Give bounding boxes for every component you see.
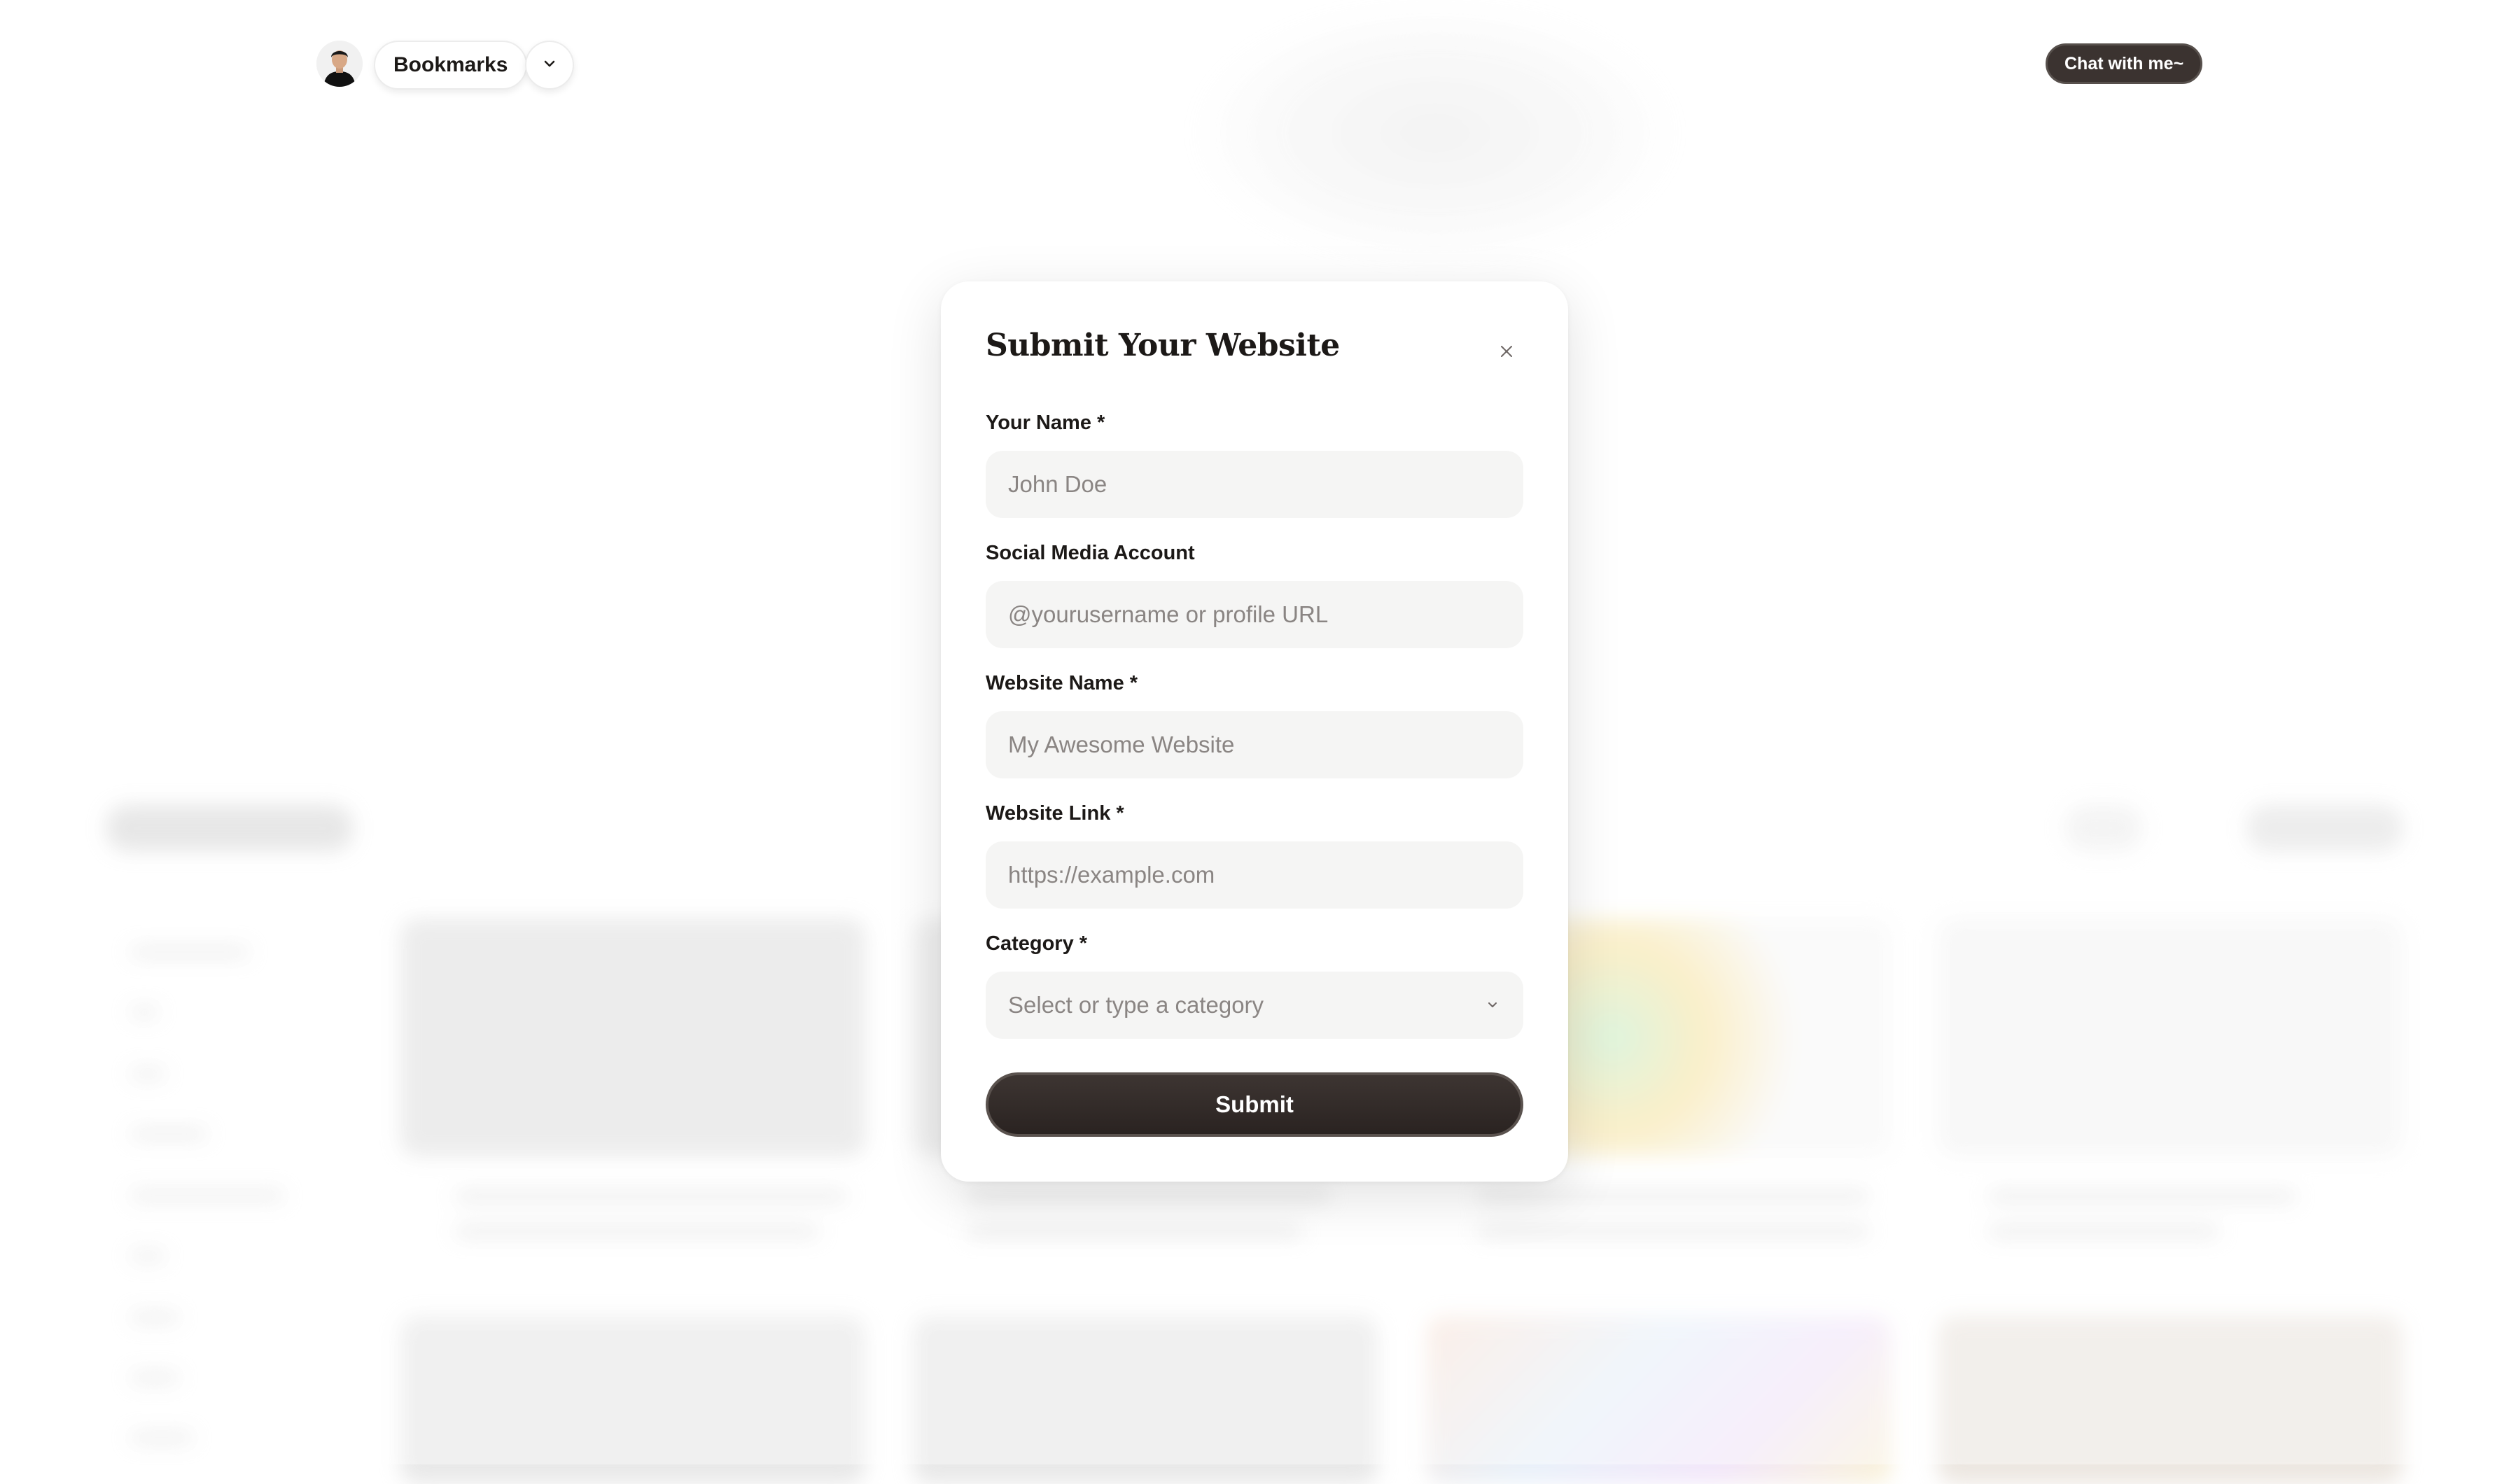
- close-button[interactable]: [1491, 337, 1522, 368]
- top-bar: Bookmarks Chat with me~: [0, 0, 2509, 130]
- website-name-input[interactable]: [986, 711, 1523, 778]
- nav-dropdown-button[interactable]: [525, 41, 574, 90]
- category-select[interactable]: Select or type a category: [986, 972, 1523, 1039]
- avatar[interactable]: [316, 41, 363, 87]
- social-input[interactable]: [986, 581, 1523, 648]
- bookmarks-nav-button[interactable]: Bookmarks: [374, 41, 528, 90]
- modal-title: Submit Your Website: [986, 328, 1340, 363]
- chevron-down-icon: [541, 55, 558, 75]
- website-link-input[interactable]: [986, 841, 1523, 909]
- submit-website-modal: Submit Your Website Your Name * Social M…: [941, 281, 1568, 1182]
- submit-button[interactable]: Submit: [986, 1072, 1523, 1137]
- website-name-label: Website Name *: [986, 672, 1138, 694]
- chevron-down-icon: [1484, 992, 1501, 1018]
- name-label: Your Name *: [986, 412, 1105, 434]
- close-icon: [1498, 343, 1515, 363]
- website-link-label: Website Link *: [986, 802, 1124, 825]
- chat-button[interactable]: Chat with me~: [2046, 43, 2203, 84]
- category-select-placeholder: Select or type a category: [1008, 992, 1264, 1018]
- category-label: Category *: [986, 932, 1088, 955]
- social-label: Social Media Account: [986, 542, 1195, 564]
- name-input[interactable]: [986, 451, 1523, 518]
